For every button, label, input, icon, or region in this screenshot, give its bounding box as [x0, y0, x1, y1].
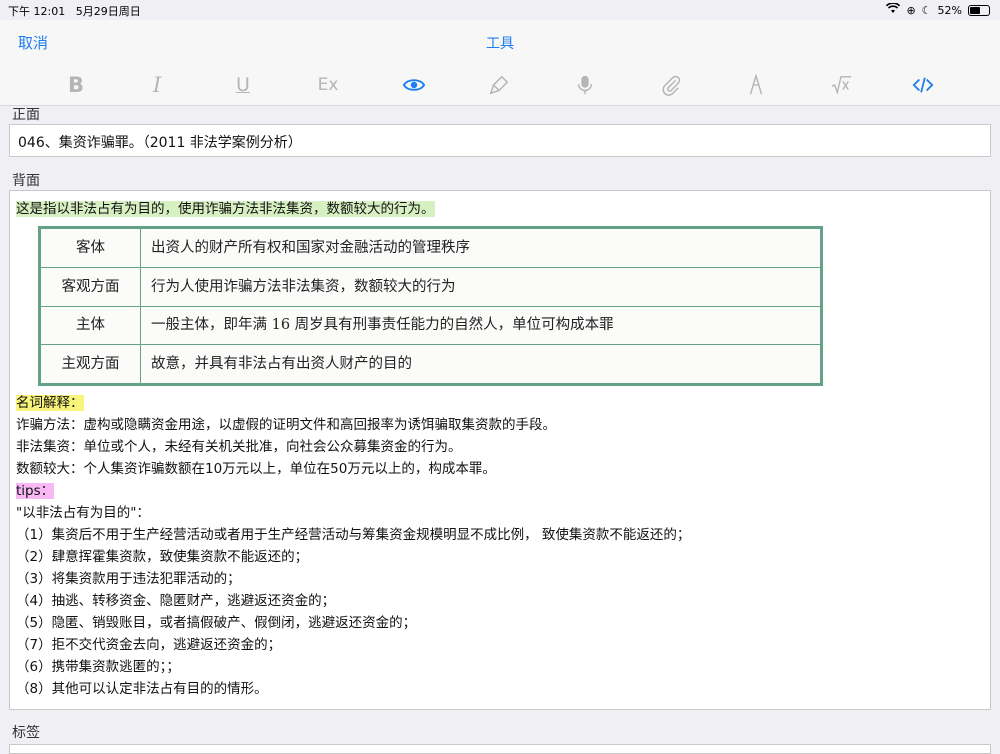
tips-heading: tips：: [16, 483, 55, 499]
italic-icon[interactable]: I: [142, 72, 172, 98]
nav-bar: 取消 工具: [0, 20, 1000, 64]
intro-text: 这是指以非法占有为目的，使用诈骗方法非法集资，数额较大的行为。: [16, 201, 435, 217]
table-row: 客体 出资人的财产所有权和国家对金融活动的管理秩序: [40, 228, 821, 268]
underline-icon[interactable]: U: [228, 72, 258, 98]
table-row: 主体 一般主体，即年满 16 周岁具有刑事责任能力的自然人，单位可构成本罪: [40, 305, 821, 346]
wifi-icon: [886, 2, 901, 17]
back-label: 背面: [12, 173, 40, 189]
mic-icon[interactable]: [570, 72, 600, 98]
pen-icon[interactable]: [741, 72, 771, 98]
brush-icon[interactable]: [484, 72, 514, 98]
format-toolbar: B I U Ex: [0, 64, 1000, 106]
table-row: 主观方面 故意，并具有非法占有出资人财产的目的: [40, 344, 821, 384]
back-field[interactable]: 这是指以非法占有为目的，使用诈骗方法非法集资，数额较大的行为。 客体 出资人的财产…: [9, 190, 991, 710]
status-time-date: 下午 12:01 5月29日周日: [8, 5, 141, 18]
tip-line: （4）抽逃、转移资金、隐匿财产，逃避返还资金的；: [16, 593, 336, 609]
bold-icon[interactable]: B: [61, 72, 91, 98]
tools-button[interactable]: 工具: [0, 33, 1000, 53]
term-line: 诈骗方法：虚构或隐瞒资金用途，以虚假的证明文件和高回报率为诱饵骗取集资款的手段。: [16, 417, 556, 433]
table-key: 客体: [40, 228, 141, 268]
table-key: 主体: [40, 305, 141, 346]
status-right: ⊕ ☾ 52%: [886, 2, 990, 17]
tip-line: （3）将集资款用于违法犯罪活动的；: [16, 571, 241, 587]
eye-icon[interactable]: [399, 72, 429, 98]
table-key: 主观方面: [40, 344, 141, 384]
orientation-lock-icon: ⊕: [906, 3, 916, 17]
tip-line: （1）集资后不用于生产经营活动或者用于生产经营活动与筹集资金规模明显不成比例， …: [16, 527, 691, 543]
table-value: 出资人的财产所有权和国家对金融活动的管理秩序: [140, 228, 821, 268]
table-value: 故意，并具有非法占有出资人财产的目的: [140, 344, 821, 384]
status-bar: 下午 12:01 5月29日周日 ⊕ ☾ 52%: [0, 0, 1000, 20]
tip-line: （8）其他可以认定非法占有目的的情形。: [16, 681, 268, 697]
tip-line: （2）肆意挥霍集资款，致使集资款不能返还的；: [16, 549, 309, 565]
table-value: 行为人使用诈骗方法非法集资，数额较大的行为: [140, 266, 821, 307]
tags-label: 标签: [12, 725, 40, 741]
sqrt-icon[interactable]: [826, 72, 856, 98]
tags-field[interactable]: [9, 744, 991, 754]
tip-line: （5）隐匿、销毁账目，或者搞假破产、假倒闭，逃避返还资金的；: [16, 615, 417, 631]
battery-percent: 52%: [937, 3, 962, 17]
code-icon[interactable]: [908, 72, 938, 98]
tip-line: （6）携带集资款逃匿的；；: [16, 659, 180, 675]
front-field[interactable]: 046、集资诈骗罪。（2011 非法学案例分析）: [9, 124, 991, 157]
paperclip-icon[interactable]: [656, 72, 686, 98]
tip-line: （7）拒不交代资金去向，逃避返还资金的；: [16, 637, 282, 653]
term-line: 非法集资：单位或个人，未经有关机关批准，向社会公众募集资金的行为。: [16, 439, 462, 455]
term-line: 数额较大：个人集资诈骗数额在10万元以上，单位在50万元以上的，构成本罪。: [16, 461, 496, 477]
moon-icon: ☾: [921, 3, 932, 17]
battery-icon: [968, 4, 990, 16]
elements-table-image: 客体 出资人的财产所有权和国家对金融活动的管理秩序 客观方面 行为人使用诈骗方法非法…: [38, 226, 823, 386]
table-row: 客观方面 行为人使用诈骗方法非法集资，数额较大的行为: [40, 266, 821, 307]
table-key: 客观方面: [40, 266, 141, 307]
tips-intro: "以非法占有为目的"：: [16, 505, 150, 521]
front-label: 正面: [12, 107, 40, 123]
terms-heading: 名词解释：: [16, 395, 84, 411]
table-value: 一般主体，即年满 16 周岁具有刑事责任能力的自然人，单位可构成本罪: [140, 305, 821, 346]
clear-format-icon[interactable]: Ex: [313, 72, 343, 98]
